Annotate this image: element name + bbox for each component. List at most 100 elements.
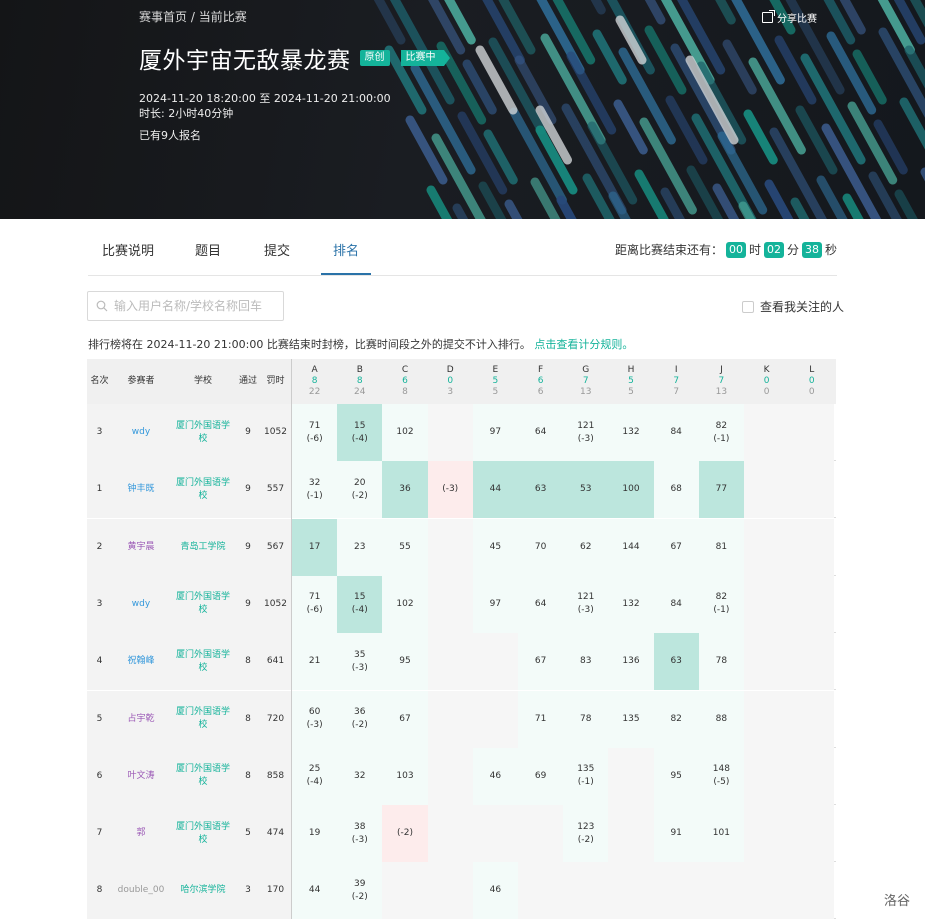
problem-cell[interactable]: 25 (-4) [292, 747, 338, 805]
problem-header-b[interactable]: B 8 24 [337, 359, 382, 404]
problem-cell[interactable]: 67 [382, 690, 428, 748]
problem-cell[interactable]: 44 [292, 862, 338, 919]
school-cell[interactable]: 青岛工学院 [170, 518, 236, 576]
search-box[interactable] [87, 291, 284, 321]
problem-header-a[interactable]: A 8 22 [292, 359, 337, 404]
user-cell[interactable]: 黄宇晨 [112, 518, 170, 576]
problem-cell[interactable]: 136 [608, 633, 654, 691]
problem-cell[interactable]: 39 (-2) [337, 862, 383, 919]
problem-cell[interactable]: 60 (-3) [292, 690, 338, 748]
table-row[interactable]: 8 double_00 哈尔滨学院 3 170 44 39 (-2) 46 [87, 862, 836, 919]
problem-cell[interactable]: 83 [563, 633, 609, 691]
problem-cell[interactable]: 144 [608, 518, 654, 576]
problem-cell[interactable]: 82 (-1) [698, 404, 744, 461]
breadcrumb-current[interactable]: 当前比赛 [199, 10, 247, 24]
problem-cell[interactable]: 81 [698, 518, 744, 576]
problem-cell[interactable]: 71 (-6) [292, 404, 338, 461]
problem-cell[interactable]: 20 (-2) [337, 461, 383, 519]
problem-cell[interactable]: 71 (-6) [292, 575, 338, 633]
problem-cell[interactable]: 132 [608, 404, 654, 461]
problem-cell[interactable]: 64 [518, 404, 564, 461]
problem-cell[interactable]: 103 [382, 747, 428, 805]
user-cell[interactable]: 钟丰既 [112, 461, 170, 519]
table-row[interactable]: 7 郭 厦门外国语学校 5 474 19 38 (-3) (-2) 123 (-2) 91 101 [87, 805, 836, 863]
problem-cell[interactable]: 100 [608, 461, 654, 519]
problem-cell[interactable]: 64 [518, 575, 564, 633]
problem-cell[interactable]: 67 [653, 518, 699, 576]
problem-cell[interactable]: 17 [292, 518, 338, 576]
problem-cell[interactable]: 21 [292, 633, 338, 691]
follow-checkbox[interactable] [742, 300, 754, 313]
school-cell[interactable]: 厦门外国语学校 [170, 805, 236, 863]
problem-cell[interactable]: 36 [382, 461, 428, 519]
problem-cell[interactable]: 38 (-3) [337, 805, 383, 863]
problem-header-i[interactable]: I77 [654, 359, 699, 404]
problem-header-h[interactable]: H55 [608, 359, 653, 404]
user-cell[interactable]: 叶文涛 [112, 747, 170, 805]
problem-cell[interactable]: 135 [608, 690, 654, 748]
table-row[interactable]: 3 wdy 厦门外国语学校 9 1052 71 (-6) 15 (-4) 102 97 64 121 (-… [87, 404, 836, 461]
user-cell[interactable]: 祝翰峰 [112, 633, 170, 691]
problem-cell[interactable]: 77 [698, 461, 744, 519]
problem-cell[interactable]: 15 (-4) [337, 575, 383, 633]
user-cell[interactable]: wdy [112, 575, 170, 633]
problem-cell[interactable]: 19 [292, 805, 338, 863]
school-cell[interactable]: 厦门外国语学校 [170, 633, 236, 691]
problem-cell[interactable]: 91 [653, 805, 699, 863]
problem-cell[interactable]: 78 [698, 633, 744, 691]
table-row[interactable]: 6 叶文涛 厦门外国语学校 8 858 25 (-4) 32 103 46 69 135 (-1) 95 1… [87, 747, 836, 805]
problem-cell[interactable]: 82 [653, 690, 699, 748]
problem-cell[interactable]: 102 [382, 404, 428, 461]
problem-cell[interactable]: 71 [518, 690, 564, 748]
problem-cell[interactable]: 97 [472, 575, 518, 633]
problem-header-l[interactable]: L00 [789, 359, 834, 404]
problem-cell[interactable]: 63 [653, 633, 699, 691]
search-input[interactable] [114, 299, 274, 313]
tab-submissions[interactable]: 提交 [264, 240, 290, 275]
problem-cell[interactable]: 82 (-1) [698, 575, 744, 633]
problem-header-g[interactable]: G 7 13 [563, 359, 608, 404]
problem-header-k[interactable]: K00 [744, 359, 789, 404]
problem-cell[interactable]: 123 (-2) [563, 805, 609, 863]
share-button[interactable]: 分享比赛 [762, 10, 817, 25]
problem-cell[interactable]: 102 [382, 575, 428, 633]
problem-cell[interactable]: 32 (-1) [292, 461, 338, 519]
problem-cell[interactable]: 36 (-2) [337, 690, 383, 748]
problem-cell[interactable]: 148 (-5) [698, 747, 744, 805]
problem-cell[interactable]: 67 [518, 633, 564, 691]
problem-cell[interactable]: 135 (-1) [563, 747, 609, 805]
problem-cell[interactable]: (-2) [382, 805, 428, 863]
problem-cell[interactable]: 70 [518, 518, 564, 576]
problem-cell[interactable]: 46 [472, 862, 518, 919]
school-cell[interactable]: 厦门外国语学校 [170, 747, 236, 805]
problem-header-f[interactable]: F66 [518, 359, 563, 404]
problem-cell[interactable]: 44 [472, 461, 518, 519]
table-row[interactable]: 1 钟丰既 厦门外国语学校 9 557 32 (-1) 20 (-2) 36 (-3) 44 63 53 1… [87, 461, 836, 519]
tab-problems[interactable]: 题目 [195, 240, 221, 275]
school-cell[interactable]: 哈尔滨学院 [170, 862, 236, 919]
user-cell[interactable]: 占宇乾 [112, 690, 170, 748]
user-cell[interactable]: 郭 [112, 805, 170, 863]
school-cell[interactable]: 厦门外国语学校 [170, 461, 236, 519]
problem-cell[interactable]: (-3) [427, 461, 473, 519]
user-cell[interactable]: double_00 [112, 862, 170, 919]
problem-header-c[interactable]: C68 [382, 359, 427, 404]
problem-cell[interactable]: 63 [518, 461, 564, 519]
scoring-rules-link[interactable]: 点击查看计分规则。 [534, 338, 633, 351]
problem-cell[interactable]: 78 [563, 690, 609, 748]
problem-cell[interactable]: 121 (-3) [563, 575, 609, 633]
problem-cell[interactable]: 15 (-4) [337, 404, 383, 461]
user-cell[interactable]: wdy [112, 404, 170, 461]
problem-cell[interactable]: 55 [382, 518, 428, 576]
problem-cell[interactable]: 35 (-3) [337, 633, 383, 691]
problem-cell[interactable]: 132 [608, 575, 654, 633]
problem-cell[interactable]: 45 [472, 518, 518, 576]
table-row[interactable]: 5 占宇乾 厦门外国语学校 8 720 60 (-3) 36 (-2) 67 71 78 135 82 88 [87, 690, 836, 748]
problem-cell[interactable]: 97 [472, 404, 518, 461]
table-row[interactable]: 3 wdy 厦门外国语学校 9 1052 71 (-6) 15 (-4) 102 97 64 121 (-… [87, 575, 836, 633]
tab-ranking[interactable]: 排名 [321, 240, 372, 275]
problem-cell[interactable]: 32 [337, 747, 383, 805]
school-cell[interactable]: 厦门外国语学校 [170, 690, 236, 748]
problem-header-e[interactable]: E55 [473, 359, 518, 404]
tab-description[interactable]: 比赛说明 [102, 240, 154, 275]
